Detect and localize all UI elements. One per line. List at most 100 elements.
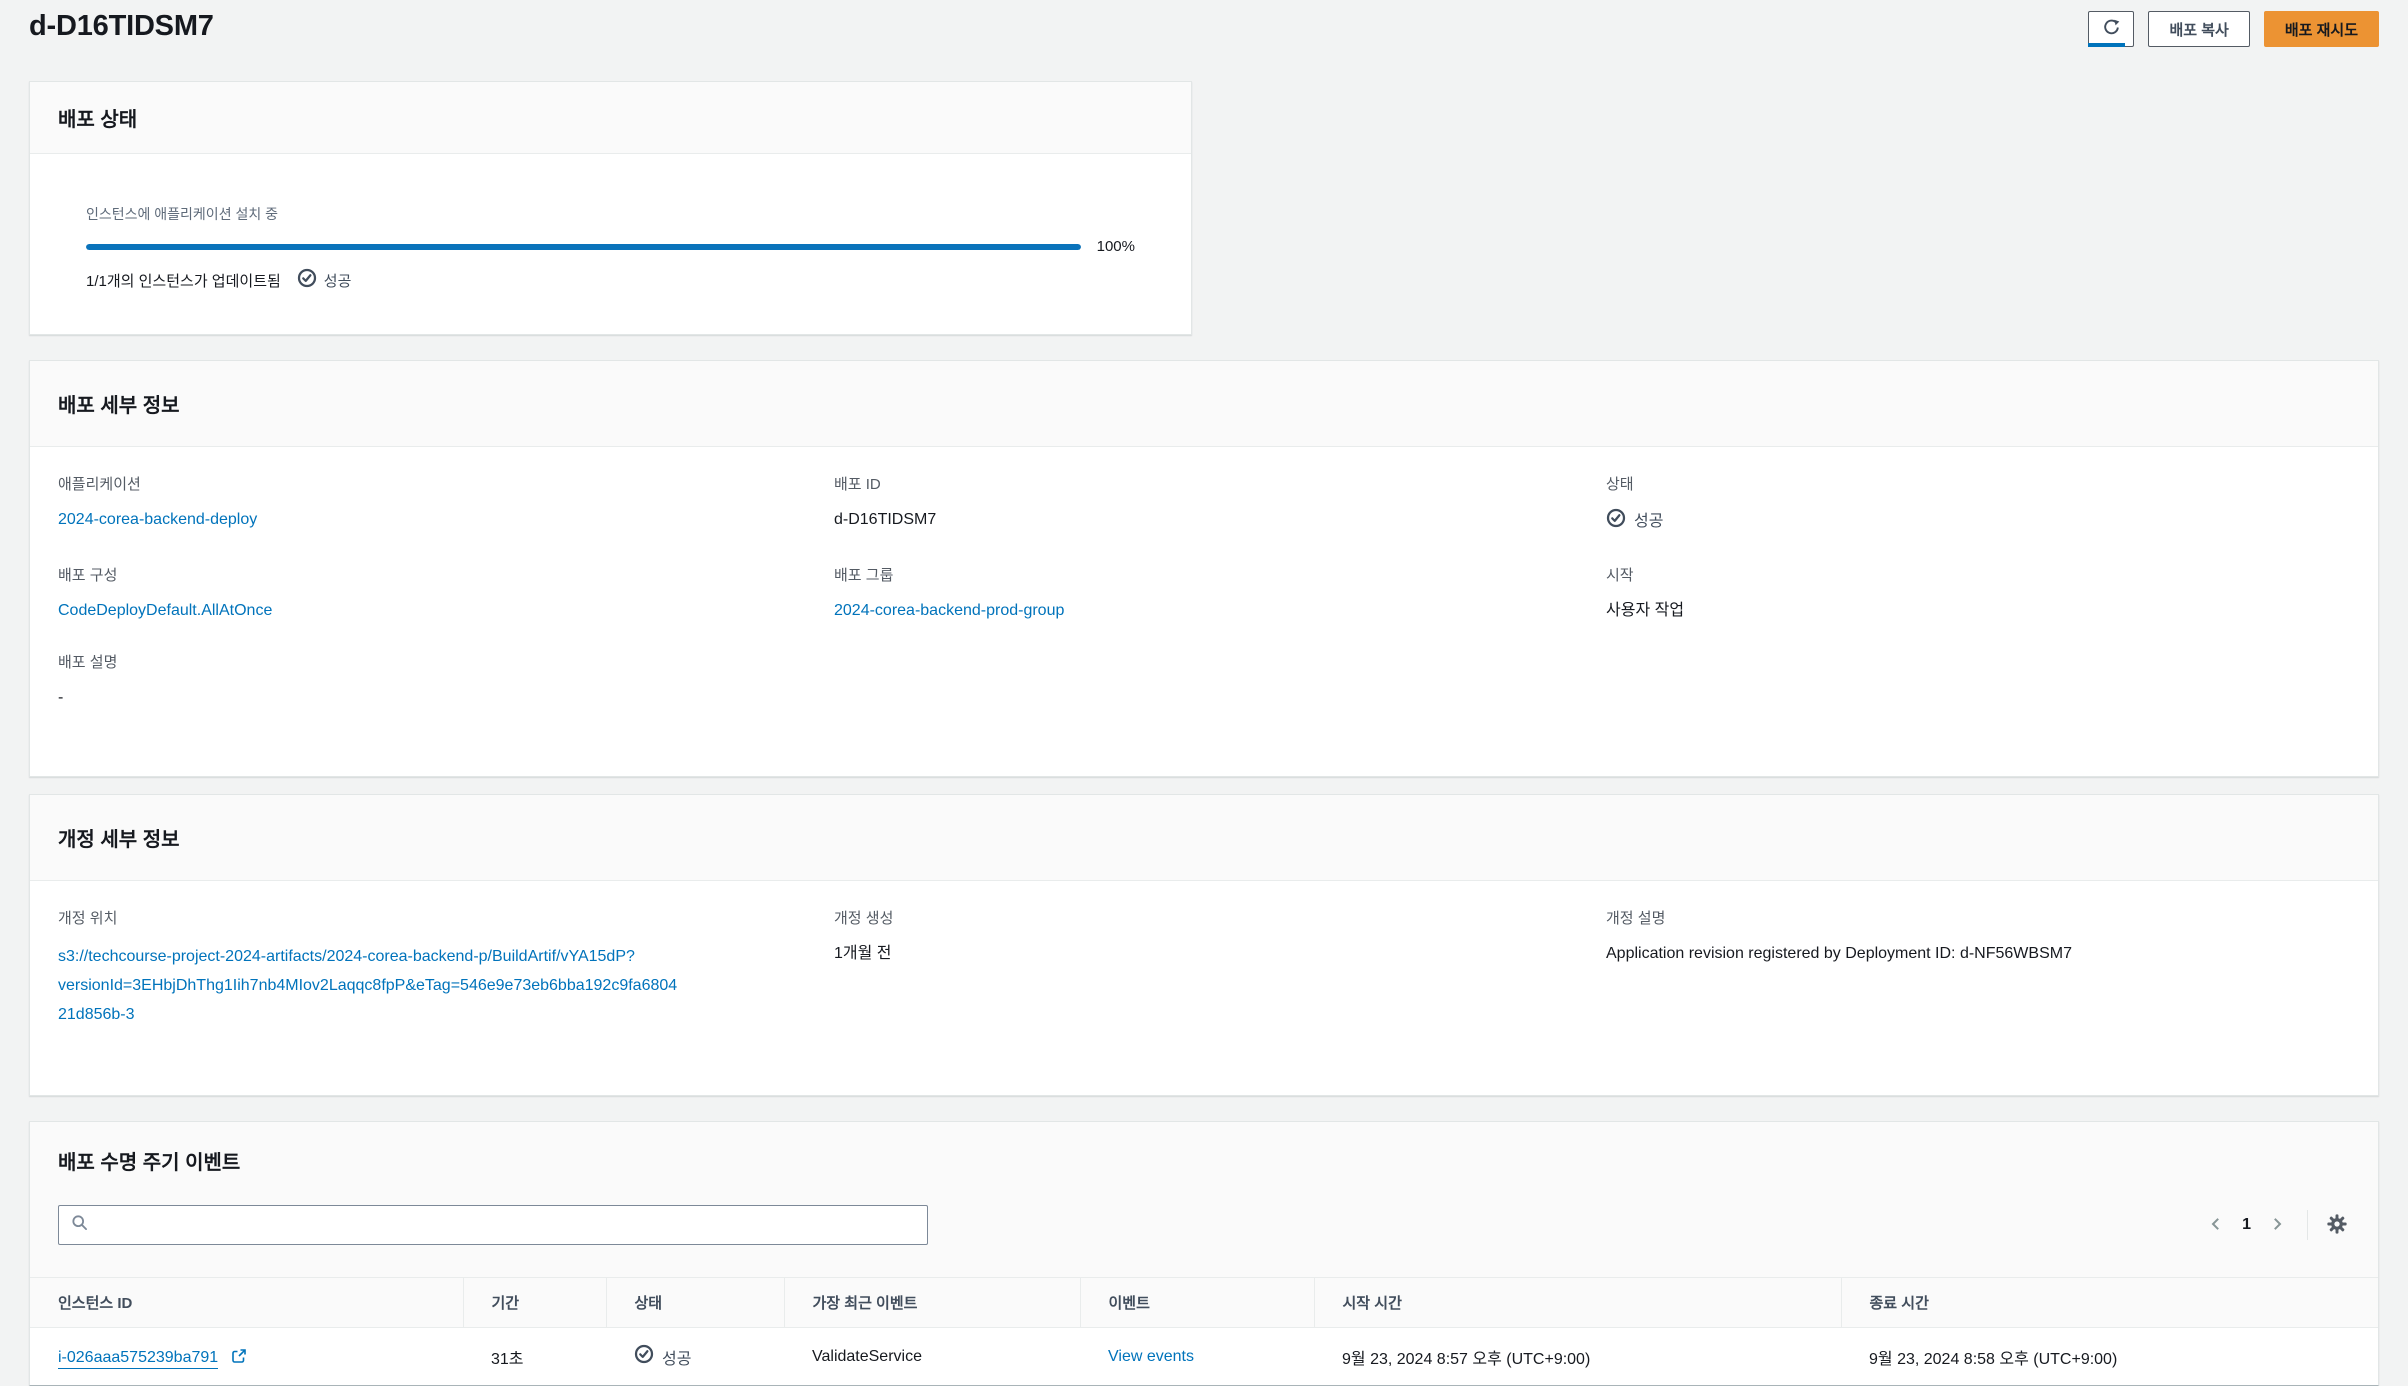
- lifecycle-events-tools: 1: [58, 1205, 2350, 1277]
- check-circle-icon: [1606, 508, 1626, 536]
- progress-step-label: 인스턴스에 애플리케이션 설치 중: [86, 204, 1135, 224]
- instance-id-link[interactable]: i-026aaa575239ba791: [58, 1349, 218, 1369]
- initiator-value: 사용자 작업: [1606, 599, 2310, 623]
- row-status-text: 성공: [662, 1345, 691, 1369]
- deployment-details-title: 배포 세부 정보: [58, 389, 180, 418]
- view-events-link[interactable]: View events: [1108, 1348, 1194, 1365]
- column-header-start-time: 시작 시간: [1314, 1278, 1841, 1328]
- description-field: 배포 설명 -: [58, 651, 834, 710]
- check-circle-icon: [297, 268, 317, 292]
- application-field: 애플리케이션 2024-corea-backend-deploy: [58, 473, 834, 536]
- description-label: 배포 설명: [58, 651, 794, 672]
- status-value: 성공: [1606, 508, 1663, 536]
- deployment-id-label: 배포 ID: [834, 473, 1566, 494]
- config-label: 배포 구성: [58, 564, 794, 585]
- revision-created-value: 1개월 전: [834, 942, 1566, 966]
- lifecycle-search-input[interactable]: [97, 1206, 915, 1244]
- instances-updated-text: 1/1개의 인스턴스가 업데이트됨: [86, 270, 281, 291]
- duration-cell: 31초: [463, 1328, 606, 1386]
- instances-updated-line: 1/1개의 인스턴스가 업데이트됨 성공: [86, 268, 1135, 292]
- initiator-field: 시작 사용자 작업: [1606, 564, 2350, 623]
- column-header-duration: 기간: [463, 1278, 606, 1328]
- deployment-status-header: 배포 상태: [30, 82, 1191, 154]
- progress-bar-fill: [86, 244, 1081, 250]
- page-title: d-D16TIDSM7: [29, 10, 214, 43]
- group-label: 배포 그룹: [834, 564, 1566, 585]
- pagination: 1: [2202, 1210, 2350, 1240]
- external-link-icon: [231, 1351, 247, 1368]
- overall-status-text: 성공: [324, 270, 352, 291]
- lifecycle-events-card: 배포 수명 주기 이벤트: [29, 1121, 2379, 1386]
- progress-bar-row: 100%: [86, 238, 1135, 255]
- revision-created-field: 개정 생성 1개월 전: [834, 907, 1606, 1029]
- revision-created-label: 개정 생성: [834, 907, 1566, 928]
- lifecycle-events-table: 인스턴스 ID 기간 상태 가장 최근 이벤트 이벤트 시작 시간 종료 시간 …: [30, 1277, 2378, 1385]
- lifecycle-events-top: 배포 수명 주기 이벤트: [30, 1122, 2378, 1277]
- revision-location-link[interactable]: s3://techcourse-project-2024-artifacts/2…: [58, 942, 794, 1029]
- start-time-cell: 9월 23, 2024 8:57 오후 (UTC+9:00): [1314, 1328, 1841, 1386]
- deployment-details-header: 배포 세부 정보: [30, 361, 2378, 447]
- status-field: 상태 성공: [1606, 473, 2350, 536]
- initiator-label: 시작: [1606, 564, 2310, 585]
- refresh-progress-bar: [2088, 43, 2125, 47]
- revision-description-field: 개정 설명 Application revision registered by…: [1606, 907, 2350, 1029]
- retry-deployment-button[interactable]: 배포 재시도: [2264, 11, 2379, 47]
- pagination-next-button[interactable]: [2263, 1212, 2291, 1239]
- deployment-status-card: 배포 상태 인스턴스에 애플리케이션 설치 중 100% 1/1개의 인스턴스가…: [29, 81, 1192, 335]
- table-row: i-026aaa575239ba791 31초: [30, 1328, 2378, 1386]
- revision-details-body: 개정 위치 s3://techcourse-project-2024-artif…: [30, 881, 2378, 1095]
- recent-event-cell: ValidateService: [784, 1328, 1080, 1386]
- config-link[interactable]: CodeDeployDefault.AllAtOnce: [58, 602, 272, 619]
- group-link[interactable]: 2024-corea-backend-prod-group: [834, 602, 1064, 619]
- revision-location-line1: s3://techcourse-project-2024-artifacts/2…: [58, 942, 794, 971]
- header-actions: 배포 복사 배포 재시도: [2088, 11, 2379, 47]
- revision-location-label: 개정 위치: [58, 907, 794, 928]
- application-label: 애플리케이션: [58, 473, 794, 494]
- deployment-status-title: 배포 상태: [58, 103, 137, 132]
- group-field: 배포 그룹 2024-corea-backend-prod-group: [834, 564, 1606, 623]
- copy-deployment-button[interactable]: 배포 복사: [2148, 11, 2249, 47]
- revision-description-value: Application revision registered by Deplo…: [1606, 942, 2310, 966]
- end-time-cell: 9월 23, 2024 8:58 오후 (UTC+9:00): [1841, 1328, 2378, 1386]
- empty-cell: [1606, 651, 2350, 738]
- progress-bar: [86, 244, 1081, 250]
- refresh-icon: [2102, 18, 2121, 41]
- application-link[interactable]: 2024-corea-backend-deploy: [58, 511, 257, 528]
- deployment-id-field: 배포 ID d-D16TIDSM7: [834, 473, 1606, 536]
- empty-cell: [834, 651, 1606, 738]
- pagination-prev-button[interactable]: [2202, 1212, 2230, 1239]
- column-header-events: 이벤트: [1080, 1278, 1314, 1328]
- chevron-right-icon: [2269, 1216, 2285, 1235]
- events-cell: View events: [1080, 1328, 1314, 1386]
- revision-location-line3: 21d856b-3: [58, 1000, 794, 1029]
- revision-details-header: 개정 세부 정보: [30, 795, 2378, 881]
- pagination-current-page[interactable]: 1: [2230, 1216, 2263, 1234]
- revision-location-field: 개정 위치 s3://techcourse-project-2024-artif…: [58, 907, 834, 1029]
- column-header-status: 상태: [606, 1278, 784, 1328]
- column-header-end-time: 종료 시간: [1841, 1278, 2378, 1328]
- progress-percent: 100%: [1097, 238, 1135, 255]
- pagination-divider: [2307, 1210, 2308, 1240]
- overall-status: 성공: [297, 268, 352, 292]
- revision-location-line2: versionId=3EHbjDhThg1Iih7nb4MIov2Laqqc8f…: [58, 971, 794, 1000]
- chevron-left-icon: [2208, 1216, 2224, 1235]
- status-text: 성공: [1634, 510, 1663, 534]
- revision-description-label: 개정 설명: [1606, 907, 2310, 928]
- lifecycle-search-box[interactable]: [58, 1205, 928, 1245]
- deployment-id-value: d-D16TIDSM7: [834, 508, 1566, 532]
- deployment-detail-page: d-D16TIDSM7 배포 복사 배포 재시도 배포 상태 인스턴스에 애플리…: [0, 0, 2408, 1386]
- column-header-recent-event: 가장 최근 이벤트: [784, 1278, 1080, 1328]
- config-field: 배포 구성 CodeDeployDefault.AllAtOnce: [58, 564, 834, 623]
- revision-details-card: 개정 세부 정보 개정 위치 s3://techcourse-project-2…: [29, 794, 2379, 1096]
- deployment-details-card: 배포 세부 정보 애플리케이션 2024-corea-backend-deplo…: [29, 360, 2379, 777]
- page-header: d-D16TIDSM7 배포 복사 배포 재시도: [29, 6, 2379, 47]
- check-circle-icon: [634, 1344, 654, 1369]
- table-settings-button[interactable]: [2324, 1211, 2350, 1240]
- refresh-button[interactable]: [2088, 11, 2134, 47]
- revision-details-title: 개정 세부 정보: [58, 823, 180, 852]
- status-cell: 성공: [606, 1328, 784, 1386]
- column-header-instance-id: 인스턴스 ID: [30, 1278, 463, 1328]
- deployment-details-body: 애플리케이션 2024-corea-backend-deploy 배포 ID d…: [30, 447, 2378, 776]
- description-value: -: [58, 686, 794, 710]
- status-label: 상태: [1606, 473, 2310, 494]
